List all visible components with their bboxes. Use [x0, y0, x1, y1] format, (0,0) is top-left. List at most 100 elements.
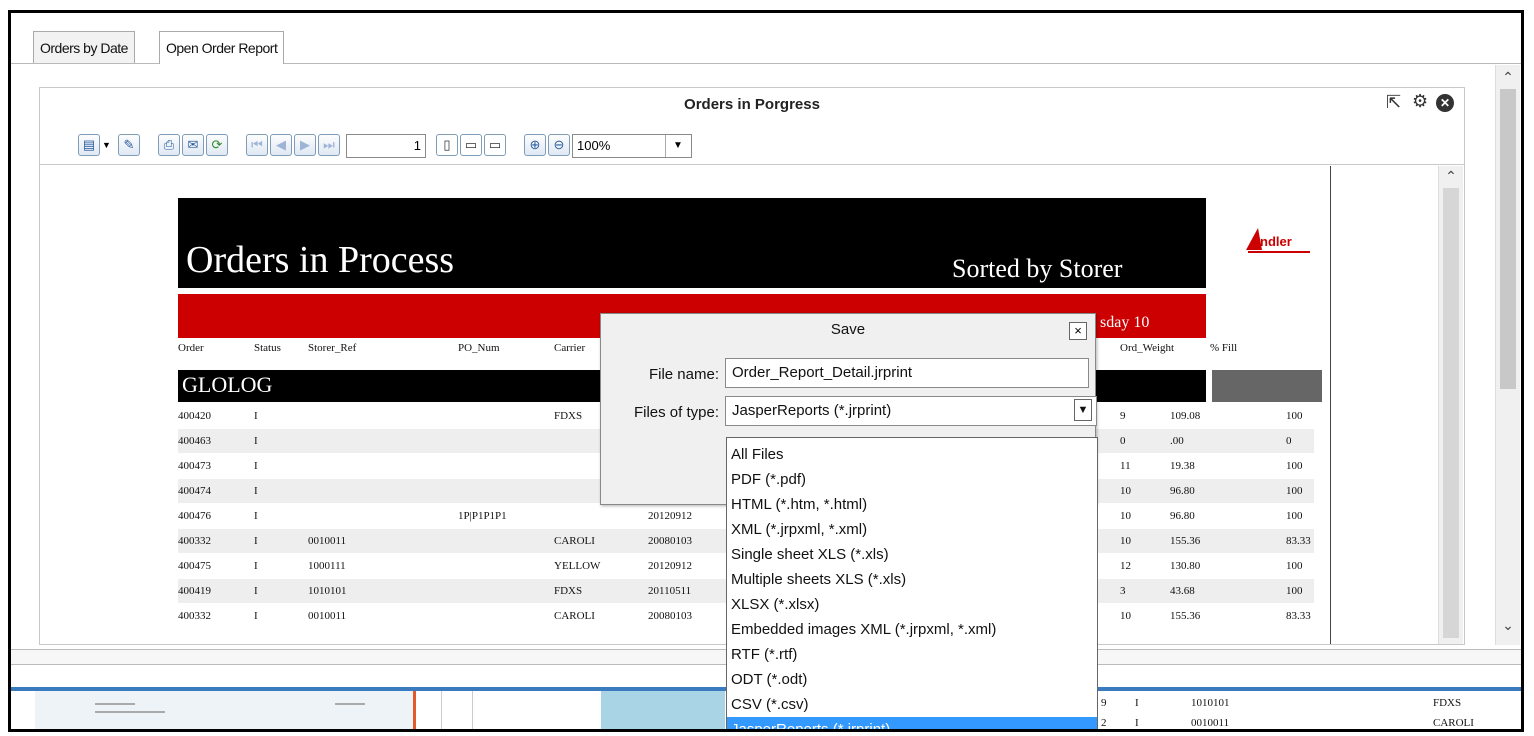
file-type-option[interactable]: RTF (*.rtf)	[727, 642, 1097, 667]
viewer-scroll-up-icon[interactable]: ⌃	[1439, 168, 1463, 185]
zoom-in-icon[interactable]: ⊕	[524, 134, 546, 156]
file-type-option[interactable]: XML (*.jrpxml, *.xml)	[727, 517, 1097, 542]
table-cell-weight: 155.36	[1170, 535, 1201, 547]
zoom-value: 100%	[577, 138, 611, 153]
viewer-scrollbar[interactable]: ⌃	[1438, 166, 1463, 644]
popout-icon[interactable]: ⇱	[1386, 92, 1401, 113]
lower-cell: 9	[1101, 697, 1107, 709]
file-type-option[interactable]: PDF (*.pdf)	[727, 467, 1097, 492]
first-page-icon[interactable]: ⏮	[246, 134, 268, 156]
table-cell-weight: 96.80	[1170, 510, 1195, 522]
report-date: sday 10	[1100, 314, 1150, 331]
page-number-input[interactable]: 1	[346, 134, 426, 158]
thumbnail-line	[95, 703, 135, 705]
table-cell-weight: 155.36	[1170, 610, 1201, 622]
actual-size-icon[interactable]: ▯	[436, 134, 458, 156]
file-type-dropdown-list[interactable]: All Files PDF (*.pdf) HTML (*.htm, *.html)…	[726, 437, 1098, 729]
table-cell-carrier: CAROLI	[554, 610, 595, 622]
table-cell-order: 400475	[178, 560, 211, 572]
table-cell-order: 400473	[178, 460, 211, 472]
table-cell-cnt: 12	[1120, 560, 1131, 572]
table-cell-weight: 19.38	[1170, 460, 1195, 472]
lower-cell: 1010101	[1191, 697, 1230, 709]
file-type-option[interactable]: HTML (*.htm, *.html)	[727, 492, 1097, 517]
file-type-option[interactable]: Embedded images XML (*.jrpxml, *.xml)	[727, 617, 1097, 642]
table-cell-fill: 83.33	[1286, 610, 1311, 622]
close-icon[interactable]: ✕	[1436, 94, 1454, 112]
tab-open-order-report[interactable]: Open Order Report	[159, 31, 285, 64]
app-window: Orders by Date Open Order Report ⌃ ⌄ Ord…	[8, 10, 1524, 732]
tab-orders-by-date[interactable]: Orders by Date	[33, 31, 135, 63]
table-cell-order: 400420	[178, 410, 211, 422]
lower-row[interactable]: 2 I 0010011 CAROLI	[1097, 711, 1521, 729]
file-type-option[interactable]: CSV (*.csv)	[727, 692, 1097, 717]
table-cell-fill: 100	[1286, 510, 1303, 522]
table-cell-carrier: YELLOW	[554, 560, 601, 572]
table-cell-carrier: FDXS	[554, 410, 583, 422]
thumbnail-line	[335, 703, 365, 705]
table-cell-cnt: 11	[1120, 460, 1131, 472]
table-cell-date: 20120912	[648, 510, 692, 522]
file-type-option[interactable]: ODT (*.odt)	[727, 667, 1097, 692]
edit-icon[interactable]: ✎	[118, 134, 140, 156]
chevron-down-icon[interactable]: ▼	[1074, 399, 1092, 421]
report-toolbar: ▤ ▼ ✎ ⎙ ✉ ⟳ ⏮ ◀ ▶ ⏭ 1 ▯ ▭ ▭ ⊕ ⊖ 100% ▼	[40, 128, 1464, 165]
file-type-option[interactable]: JasperReports (*.jrprint)	[727, 717, 1097, 729]
table-cell-fill: 100	[1286, 485, 1303, 497]
fit-width-icon[interactable]: ▭	[484, 134, 506, 156]
col-header-status: Status	[254, 342, 281, 354]
table-cell-carrier: CAROLI	[554, 535, 595, 547]
scroll-up-icon[interactable]: ⌃	[1496, 69, 1520, 86]
print-icon[interactable]: ⎙	[158, 134, 180, 156]
scroll-down-icon[interactable]: ⌄	[1496, 617, 1520, 634]
table-cell-cnt: 9	[1120, 410, 1126, 422]
table-cell-cnt: 10	[1120, 510, 1131, 522]
report-sort-label: Sorted by Storer	[952, 254, 1123, 283]
table-cell-date: 20110511	[648, 585, 692, 597]
table-cell-status: I	[254, 435, 258, 447]
last-page-icon[interactable]: ⏭	[318, 134, 340, 156]
file-name-input[interactable]: Order_Report_Detail.jrprint	[725, 358, 1089, 388]
table-cell-weight: .00	[1170, 435, 1184, 447]
lower-column	[441, 691, 473, 729]
col-header-storer-ref: Storer_Ref	[308, 342, 357, 354]
table-cell-order: 400474	[178, 485, 211, 497]
file-type-option[interactable]: Single sheet XLS (*.xls)	[727, 542, 1097, 567]
thumbnail-preview[interactable]	[35, 691, 416, 729]
table-cell-carrier: FDXS	[554, 585, 583, 597]
outer-scrollbar[interactable]: ⌃ ⌄	[1495, 65, 1520, 645]
refresh-icon[interactable]: ⟳	[206, 134, 228, 156]
file-type-label: Files of type:	[633, 404, 719, 421]
save-dropdown-icon[interactable]: ▼	[102, 140, 111, 150]
gear-icon[interactable]: ⚙	[1412, 91, 1428, 112]
chevron-down-icon[interactable]: ▼	[665, 135, 690, 157]
table-cell-date: 20120912	[648, 560, 692, 572]
fit-page-icon[interactable]: ▭	[460, 134, 482, 156]
tab-bar: Orders by Date Open Order Report	[11, 13, 1521, 64]
scrollbar-thumb[interactable]	[1500, 89, 1516, 389]
save-icon[interactable]: ▤	[78, 134, 100, 156]
file-type-option[interactable]: XLSX (*.xlsx)	[727, 592, 1097, 617]
table-cell-cnt: 3	[1120, 585, 1126, 597]
zoom-out-icon[interactable]: ⊖	[548, 134, 570, 156]
file-name-label: File name:	[648, 366, 719, 383]
table-cell-fill: 0	[1286, 435, 1292, 447]
file-type-option[interactable]: Multiple sheets XLS (*.xls)	[727, 567, 1097, 592]
table-cell-order: 400419	[178, 585, 211, 597]
viewer-scrollbar-thumb[interactable]	[1443, 188, 1459, 638]
zoom-select[interactable]: 100% ▼	[572, 134, 692, 158]
table-cell-storer-ref: 1000111	[308, 560, 346, 572]
file-type-option[interactable]: All Files	[727, 442, 1097, 467]
file-type-select[interactable]: JasperReports (*.jrprint) ▼	[725, 396, 1097, 426]
table-cell-po: 1P|P1P1P1	[458, 510, 507, 522]
table-cell-cnt: 0	[1120, 435, 1126, 447]
table-cell-order: 400332	[178, 535, 211, 547]
next-page-icon[interactable]: ▶	[294, 134, 316, 156]
lower-grid: 9 I 1010101 FDXS 2 I 0010011 CAROLI	[1097, 691, 1521, 729]
table-cell-status: I	[254, 460, 258, 472]
table-cell-order: 400463	[178, 435, 211, 447]
col-header-order: Order	[178, 342, 204, 354]
prev-page-icon[interactable]: ◀	[270, 134, 292, 156]
email-icon[interactable]: ✉	[182, 134, 204, 156]
dialog-close-button[interactable]: ×	[1069, 322, 1087, 340]
